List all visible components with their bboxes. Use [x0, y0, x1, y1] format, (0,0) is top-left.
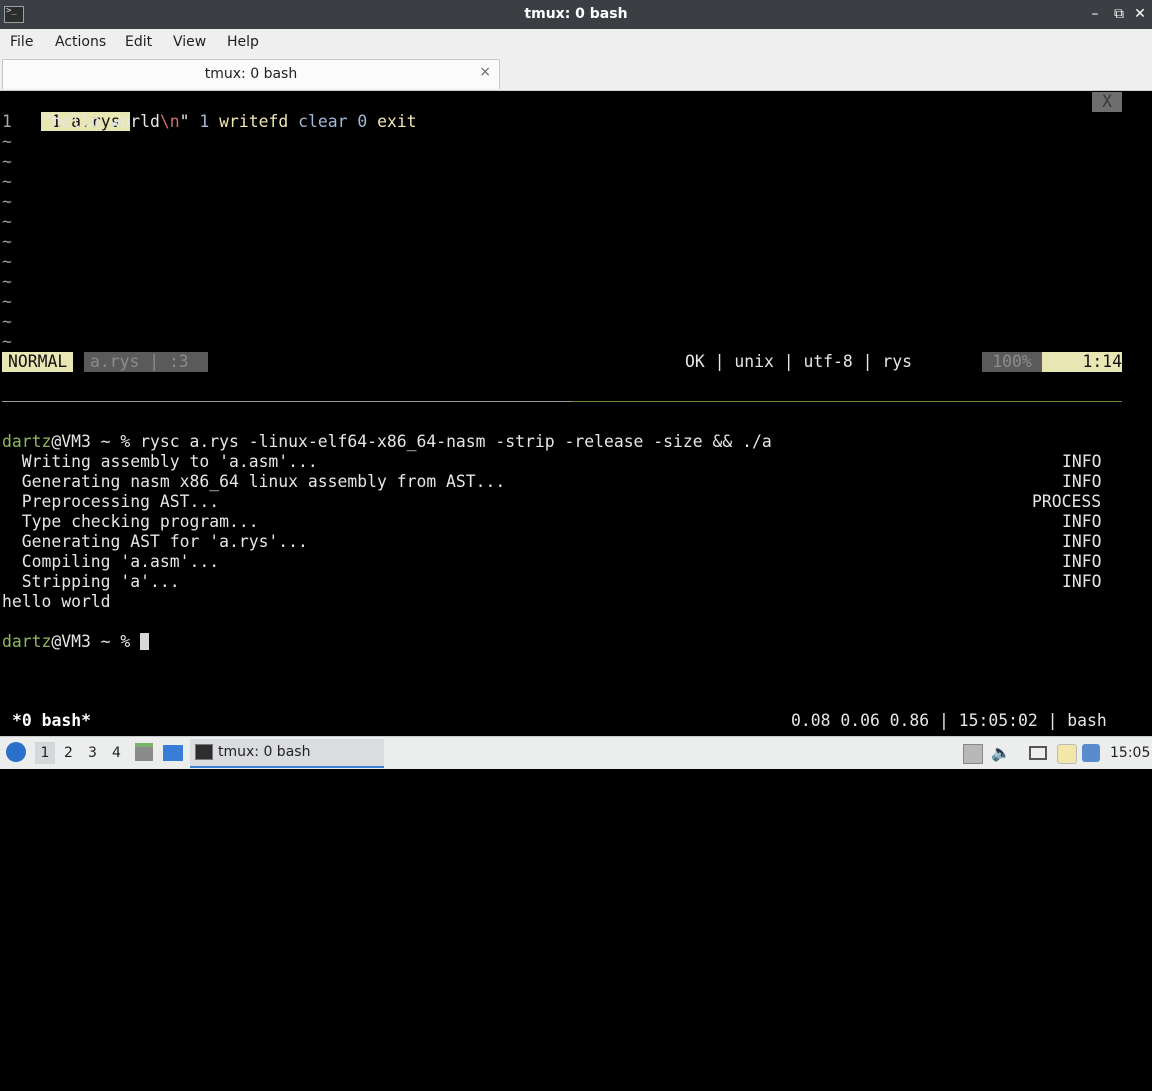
- vim-file-info: a.rys | :3: [84, 352, 208, 372]
- shell-prompt-line[interactable]: dartz@VM3 ~ %: [2, 632, 150, 652]
- task-button-tmux[interactable]: tmux: 0 bash: [190, 739, 384, 768]
- code-word-clear: clear: [298, 112, 348, 131]
- tab-bar: tmux: 0 bash ×: [0, 56, 1152, 91]
- vim-empty-line: ~: [2, 272, 12, 291]
- line-number: 1: [2, 112, 12, 131]
- code-word-writefd: writefd: [219, 112, 289, 131]
- log-level: INFO: [1062, 512, 1102, 531]
- log-line: Compiling 'a.asm'...: [2, 552, 220, 571]
- menu-file[interactable]: File: [10, 34, 33, 50]
- tab-label: tmux: 0 bash: [204, 66, 298, 82]
- close-icon[interactable]: ✕: [1131, 5, 1149, 23]
- vim-percent: 100%: [982, 352, 1042, 372]
- task-label: tmux: 0 bash: [218, 744, 311, 760]
- prompt-host: @VM3 ~ %: [51, 632, 141, 651]
- window-titlebar: tmux: 0 bash – ⧉ ✕: [0, 0, 1152, 29]
- vim-empty-line: ~: [2, 172, 12, 191]
- tmux-status-right: 0.08 0.06 0.86 | 15:05:02 | bash: [791, 711, 1107, 730]
- tmux-statusbar: *0 bash* 0.08 0.06 0.86 | 15:05:02 | bas…: [0, 711, 1152, 731]
- vim-code-line: 1 "hello world\n" 1 writefd clear 0 exit: [2, 112, 417, 132]
- vim-empty-line: ~: [2, 232, 12, 251]
- vim-mode: NORMAL: [2, 352, 74, 372]
- taskbar: 1 2 3 4 tmux: 0 bash 🔈 15:05: [0, 736, 1152, 769]
- minimize-icon[interactable]: –: [1086, 5, 1104, 23]
- code-string-end: ": [179, 112, 190, 131]
- terminal-area[interactable]: 1 a.rys X 1 "hello world\n" 1 writefd cl…: [0, 91, 1152, 735]
- log-line: Preprocessing AST...: [2, 492, 220, 511]
- program-output: hello world: [2, 592, 111, 611]
- log-level: INFO: [1062, 472, 1102, 491]
- log-line: Generating nasm x86_64 linux assembly fr…: [2, 472, 506, 491]
- clipboard-icon[interactable]: [1057, 744, 1077, 764]
- vim-empty-line: ~: [2, 312, 12, 331]
- show-desktop-icon[interactable]: [163, 745, 183, 761]
- menubar: File Actions Edit View Help: [0, 29, 1152, 56]
- vim-file-format: OK | unix | utf-8 | rys: [685, 352, 912, 371]
- log-line: Type checking program...: [2, 512, 259, 531]
- shell-command: rysc a.rys -linux-elf64-x86_64-nasm -str…: [140, 432, 772, 451]
- code-number: 0: [357, 112, 368, 131]
- vim-empty-line: ~: [2, 332, 12, 351]
- shell-command-line: dartz@VM3 ~ % rysc a.rys -linux-elf64-x8…: [2, 432, 772, 452]
- code-number: 1: [199, 112, 210, 131]
- terminal-cursor: [140, 633, 150, 650]
- vim-empty-line: ~: [2, 152, 12, 171]
- code-escape: \n: [159, 112, 180, 131]
- workspace-2[interactable]: 2: [64, 745, 73, 761]
- tab-close-icon[interactable]: ×: [479, 64, 491, 80]
- log-line: Stripping 'a'...: [2, 572, 180, 591]
- log-level: INFO: [1062, 452, 1102, 471]
- tmux-window-label[interactable]: *0 bash*: [12, 711, 91, 731]
- log-level: INFO: [1062, 572, 1102, 591]
- code-string: "hello world: [41, 112, 160, 131]
- start-menu-icon[interactable]: [6, 742, 26, 762]
- vim-tabline: 1 a.rys: [2, 92, 131, 131]
- removable-media-icon[interactable]: [963, 744, 983, 764]
- pane-divider[interactable]: [2, 401, 1122, 402]
- volume-icon[interactable]: 🔈: [991, 744, 1011, 762]
- menu-actions[interactable]: Actions: [55, 34, 106, 50]
- code-word-exit: exit: [377, 112, 417, 131]
- file-manager-icon[interactable]: [135, 743, 153, 761]
- tab-tmux[interactable]: tmux: 0 bash ×: [2, 59, 500, 89]
- vim-empty-line: ~: [2, 132, 12, 151]
- log-level: INFO: [1062, 552, 1102, 571]
- workspace-3[interactable]: 3: [88, 745, 97, 761]
- notification-icon[interactable]: [1082, 744, 1100, 762]
- workspace-4[interactable]: 4: [112, 745, 121, 761]
- menu-help[interactable]: Help: [227, 34, 259, 50]
- menu-edit[interactable]: Edit: [125, 34, 152, 50]
- log-line: Generating AST for 'a.rys'...: [2, 532, 308, 551]
- restore-icon[interactable]: ⧉: [1110, 5, 1128, 23]
- prompt-host: @VM3 ~ %: [51, 432, 141, 451]
- network-icon[interactable]: [1029, 746, 1047, 760]
- menu-view[interactable]: View: [173, 34, 206, 50]
- workspace-1[interactable]: 1: [35, 742, 55, 764]
- log-level: PROCESS: [1032, 492, 1102, 511]
- prompt-user: dartz: [2, 432, 52, 451]
- vim-empty-line: ~: [2, 212, 12, 231]
- vim-cursor-position: 1:14: [1042, 352, 1122, 372]
- prompt-user: dartz: [2, 632, 52, 651]
- clock[interactable]: 15:05: [1110, 745, 1150, 761]
- log-level: INFO: [1062, 532, 1102, 551]
- vim-empty-line: ~: [2, 252, 12, 271]
- vim-empty-line: ~: [2, 192, 12, 211]
- vim-empty-line: ~: [2, 292, 12, 311]
- log-line: Writing assembly to 'a.asm'...: [2, 452, 318, 471]
- vim-close-button[interactable]: X: [1092, 92, 1122, 112]
- vim-statusline: NORMAL a.rys | :3 OK | unix | utf-8 | ry…: [2, 352, 1122, 372]
- terminal-icon: [195, 744, 213, 760]
- window-title: tmux: 0 bash: [524, 6, 628, 22]
